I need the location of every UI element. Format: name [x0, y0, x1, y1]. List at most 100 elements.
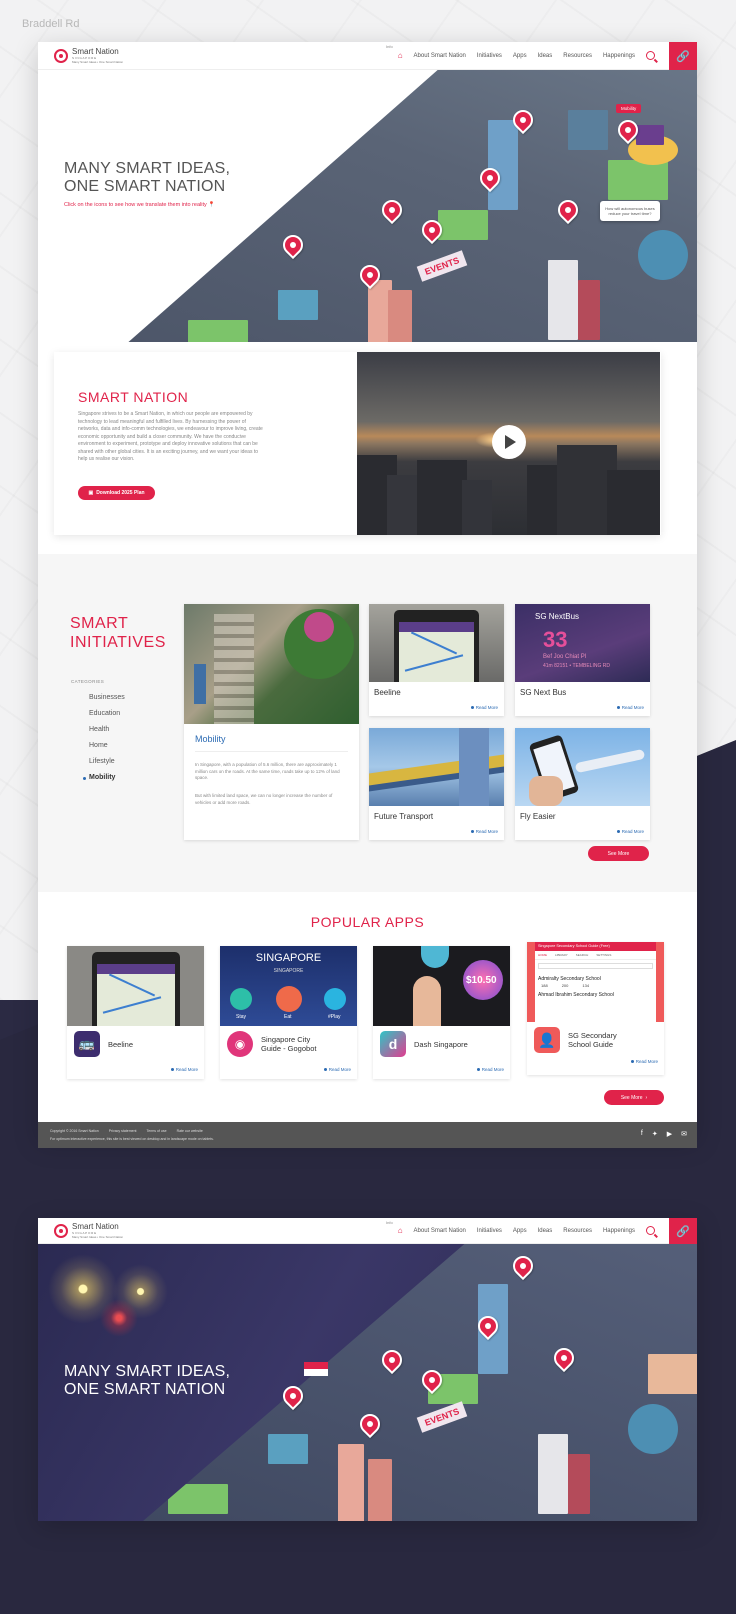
location-app-icon: ◉: [227, 1031, 253, 1057]
menu-happenings-2[interactable]: Happenings: [603, 1228, 635, 1234]
twitter-icon[interactable]: ✦: [652, 1130, 658, 1138]
card-fly-easier-read-more[interactable]: Read More: [617, 829, 644, 834]
top-nav: Smart Nation S I N G A P O R E Many Smar…: [38, 42, 697, 70]
school-stat-3: 134: [582, 983, 590, 988]
singapore-flag-icon: [304, 1362, 328, 1376]
footer-note: For optimum interactive experience, this…: [50, 1137, 214, 1141]
smart-initiatives-section: SMART INITIATIVES CATEGORIES Businesses …: [38, 554, 697, 892]
school-item-1: Admiralty Secondary School: [538, 976, 601, 982]
play-button[interactable]: [492, 425, 526, 459]
card-fly-easier[interactable]: Fly Easier Read More: [515, 728, 650, 840]
nextbus-stop: Bef Joo Chiat Pl: [543, 654, 587, 660]
youtube-icon[interactable]: ▶: [667, 1130, 672, 1138]
app-gogobot-name: Singapore City Guide - Gogobot: [261, 1035, 316, 1053]
street-label: Braddell Rd: [22, 18, 80, 30]
category-lifestyle[interactable]: Lifestyle: [89, 758, 115, 765]
social-links: f ✦ ▶ ✉: [641, 1130, 687, 1138]
feature-paragraph-1: In Singapore, with a population of 5.6 m…: [195, 762, 340, 780]
nextbus-number: 33: [543, 627, 568, 652]
train-image: [369, 728, 504, 806]
card-beeline[interactable]: Beeline Read More: [369, 604, 504, 716]
menu-initiatives[interactable]: Initiatives: [477, 53, 502, 59]
app-card-gogobot[interactable]: SINGAPORE SINGAPORE Stay Eat #Play ◉ Sin…: [220, 946, 357, 1079]
footer-privacy-link[interactable]: Privacy statement: [109, 1129, 137, 1133]
mobility-tag[interactable]: Mobility: [616, 104, 642, 113]
apps-see-more-button[interactable]: See More ›: [604, 1090, 664, 1105]
initiatives-title-line2: INITIATIVES: [70, 634, 166, 651]
hero-subtitle: Click on the icons to see how we transla…: [64, 202, 215, 208]
logo-mark-icon: [54, 1223, 68, 1238]
app-dash-read-more[interactable]: Read More: [477, 1067, 504, 1072]
category-home[interactable]: Home: [89, 742, 108, 749]
logo-tagline-2: Many Smart Ideas • One Smart Nation: [72, 1234, 124, 1239]
top-nav-2: Smart Nation S I N G A P O R E Many Smar…: [38, 1218, 697, 1244]
download-plan-button[interactable]: ▣ Download 2025 Plan: [78, 486, 155, 500]
school-header: Singapore Secondary School Guide (Free): [535, 942, 656, 951]
menu-ideas-2[interactable]: Ideas: [538, 1228, 553, 1234]
app-card-school-guide[interactable]: Singapore Secondary School Guide (Free) …: [527, 942, 664, 1075]
category-mobility[interactable]: Mobility: [82, 774, 115, 781]
menu-happenings[interactable]: Happenings: [603, 53, 635, 59]
night-hero: EVENTS MANY SMART IDEAS, ONE SMART NATIO…: [38, 1244, 697, 1521]
traffic-photo: [184, 604, 359, 724]
logo-mark-icon: [54, 48, 68, 63]
category-businesses[interactable]: Businesses: [89, 694, 125, 701]
link-button[interactable]: 🔗: [669, 42, 697, 70]
menu-initiatives-2[interactable]: Initiatives: [477, 1228, 502, 1234]
link-button-2[interactable]: 🔗: [669, 1218, 697, 1244]
app-gogobot-read-more[interactable]: Read More: [324, 1067, 351, 1072]
email-icon[interactable]: ✉: [681, 1130, 687, 1138]
app-beeline-name: Beeline: [108, 1040, 134, 1049]
card-beeline-read-more[interactable]: Read More: [471, 705, 498, 710]
home-icon[interactable]: ⌂: [398, 51, 403, 60]
initiatives-see-more-button[interactable]: See More: [588, 846, 649, 861]
logo-2[interactable]: Smart Nation S I N G A P O R E Many Smar…: [54, 1222, 124, 1239]
feature-card-mobility[interactable]: Mobility In Singapore, with a population…: [184, 604, 359, 840]
facebook-icon[interactable]: f: [641, 1130, 643, 1138]
document-icon: ▣: [88, 490, 94, 496]
night-hero-title: MANY SMART IDEAS, ONE SMART NATION: [64, 1363, 230, 1399]
card-future-transport[interactable]: Future Transport Read More: [369, 728, 504, 840]
app-school-read-more[interactable]: Read More: [631, 1059, 658, 1064]
dash-app-icon: d: [380, 1031, 406, 1057]
footer-rate-link[interactable]: Rate our website: [177, 1129, 203, 1133]
video-player[interactable]: [357, 352, 660, 535]
app-card-dash[interactable]: $10.50 d Dash Singapore Read More: [373, 946, 510, 1079]
home-icon[interactable]: ⌂: [398, 1226, 403, 1235]
menu-apps-2[interactable]: Apps: [513, 1228, 527, 1234]
lang-label-2[interactable]: Info: [386, 1220, 393, 1225]
initiatives-title: SMART INITIATIVES: [70, 614, 166, 652]
menu-resources[interactable]: Resources: [563, 53, 592, 59]
category-health[interactable]: Health: [89, 726, 109, 733]
menu-apps[interactable]: Apps: [513, 53, 527, 59]
card-sg-next-bus-read-more[interactable]: Read More: [617, 705, 644, 710]
night-hero-title-line2: ONE SMART NATION: [64, 1381, 226, 1398]
app-card-beeline[interactable]: 🚌 Beeline Read More: [67, 946, 204, 1079]
popular-apps-section: POPULAR APPS 🚌 Beeline Read More SINGAPO…: [38, 892, 697, 1122]
website-mockup-2: Smart Nation S I N G A P O R E Many Smar…: [38, 1218, 697, 1521]
school-tab-home: HOME: [538, 953, 547, 957]
lang-label[interactable]: Info: [386, 44, 393, 49]
footer-links: Copyright © 2016 Smart Nation Privacy st…: [50, 1129, 203, 1133]
menu-about[interactable]: About Smart Nation: [414, 53, 466, 59]
category-education[interactable]: Education: [89, 710, 120, 717]
menu-about-2[interactable]: About Smart Nation: [414, 1228, 466, 1234]
main-menu: ⌂ About Smart Nation Initiatives Apps Id…: [398, 51, 655, 60]
logo[interactable]: Smart Nation S I N G A P O R E Many Smar…: [54, 47, 123, 64]
search-icon[interactable]: [646, 1226, 655, 1235]
search-icon[interactable]: [646, 51, 655, 60]
location-pin-icon: 📍: [208, 202, 216, 208]
menu-resources-2[interactable]: Resources: [563, 1228, 592, 1234]
menu-ideas[interactable]: Ideas: [538, 53, 553, 59]
card-sg-next-bus[interactable]: SG NextBus 33 Bef Joo Chiat Pl 41m 82151…: [515, 604, 650, 716]
school-item-2: Ahmad Ibrahim Secondary School: [538, 992, 614, 998]
gogobot-header: SINGAPORE: [255, 952, 322, 964]
app-beeline-read-more[interactable]: Read More: [171, 1067, 198, 1072]
hero-title-line2: ONE SMART NATION: [64, 178, 226, 195]
footer-terms-link[interactable]: Terms of use: [147, 1129, 167, 1133]
card-future-transport-read-more[interactable]: Read More: [471, 829, 498, 834]
firework-red: [100, 1299, 138, 1337]
school-tab-search: SEARCH: [575, 953, 589, 957]
night-hero-title-line1: MANY SMART IDEAS,: [64, 1363, 231, 1380]
feature-title[interactable]: Mobility: [195, 734, 226, 744]
